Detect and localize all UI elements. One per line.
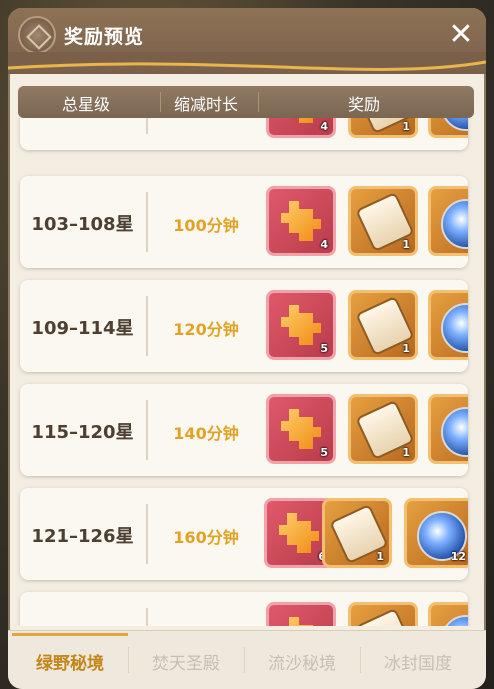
compass-emblem-icon (18, 16, 56, 54)
reward-preview-panel: 奖励预览 ✕ 总星级 缩减时长 奖励 97–102星85分钟41103–108星… (8, 8, 486, 689)
reward-count: 1 (402, 342, 410, 355)
reward-count: 4 (320, 238, 328, 251)
column-divider (258, 92, 259, 112)
star-range-label: 115–120星 (31, 422, 134, 443)
puzzle-piece-icon[interactable]: 4 (266, 186, 336, 256)
scroll-icon[interactable] (348, 602, 418, 626)
time-reduction-label: 160分钟 (173, 528, 239, 547)
blue-orb-icon[interactable] (428, 118, 468, 138)
blue-orb-icon[interactable] (428, 394, 468, 464)
scroll-icon[interactable]: 1 (348, 118, 418, 138)
header-wave-decoration (8, 52, 486, 71)
column-stars-header: 总星级 (62, 95, 111, 114)
reward-count: 1 (402, 446, 410, 459)
tab-divider (128, 647, 129, 673)
reward-row: 121–126星160分钟6112 (20, 488, 468, 580)
puzzle-piece-icon[interactable] (266, 602, 336, 626)
tab-region-3[interactable]: 流沙秘境 (244, 649, 360, 674)
reward-row (20, 592, 468, 626)
tab-region-1[interactable]: 绿野秘境 (12, 649, 128, 674)
row-divider (146, 118, 148, 134)
row-divider (146, 608, 148, 626)
star-range-label: 121–126星 (31, 526, 134, 547)
puzzle-piece-icon[interactable]: 5 (266, 394, 336, 464)
reward-count: 12 (450, 550, 466, 563)
reward-count: 5 (320, 342, 328, 355)
tab-region-2[interactable]: 焚天圣殿 (128, 649, 244, 674)
reward-row: 109–114星 120分钟 5 1 (20, 280, 468, 372)
reward-row: 97–102星85分钟41 (20, 118, 468, 150)
time-reduction-label: 120分钟 (173, 320, 239, 339)
tab-region-4[interactable]: 冰封国度 (360, 649, 476, 674)
tab-divider (244, 647, 245, 673)
column-rewards-header: 奖励 (348, 95, 381, 114)
tab-divider (360, 647, 361, 673)
star-range-label: 103–108星 (31, 214, 134, 235)
reward-count: 1 (376, 550, 384, 563)
column-divider (160, 92, 161, 112)
reward-count: 4 (320, 120, 328, 133)
blue-orb-icon[interactable] (428, 186, 468, 256)
region-tab-bar: 绿野秘境 焚天圣殿 流沙秘境 冰封国度 (8, 630, 486, 689)
reward-list[interactable]: 97–102星85分钟41103–108星100分钟41109–114星120分… (8, 118, 486, 626)
reward-row: 115–120星 140分钟 5 1 (20, 384, 468, 476)
reward-count: 1 (402, 120, 410, 133)
reward-row: 103–108星 100分钟 4 1 (20, 176, 468, 268)
column-header-bar: 总星级 缩减时长 奖励 (18, 86, 474, 118)
scroll-icon[interactable]: 1 (348, 290, 418, 360)
blue-orb-icon[interactable]: 12 (404, 498, 468, 568)
blue-orb-icon[interactable] (428, 290, 468, 360)
active-tab-indicator (12, 633, 128, 636)
column-time-header: 缩减时长 (174, 95, 239, 114)
puzzle-piece-icon[interactable]: 5 (266, 290, 336, 360)
scroll-icon[interactable]: 1 (348, 394, 418, 464)
reward-count: 5 (320, 446, 328, 459)
panel-title: 奖励预览 (64, 26, 145, 48)
puzzle-piece-icon[interactable]: 4 (266, 118, 336, 138)
scroll-icon[interactable]: 1 (348, 186, 418, 256)
time-reduction-label: 100分钟 (173, 216, 239, 235)
scroll-icon[interactable]: 1 (322, 498, 392, 568)
star-range-label: 109–114星 (31, 318, 134, 339)
close-button[interactable]: ✕ (446, 20, 476, 50)
blue-orb-icon[interactable] (428, 602, 468, 626)
reward-count: 1 (402, 238, 410, 251)
time-reduction-label: 140分钟 (173, 424, 239, 443)
